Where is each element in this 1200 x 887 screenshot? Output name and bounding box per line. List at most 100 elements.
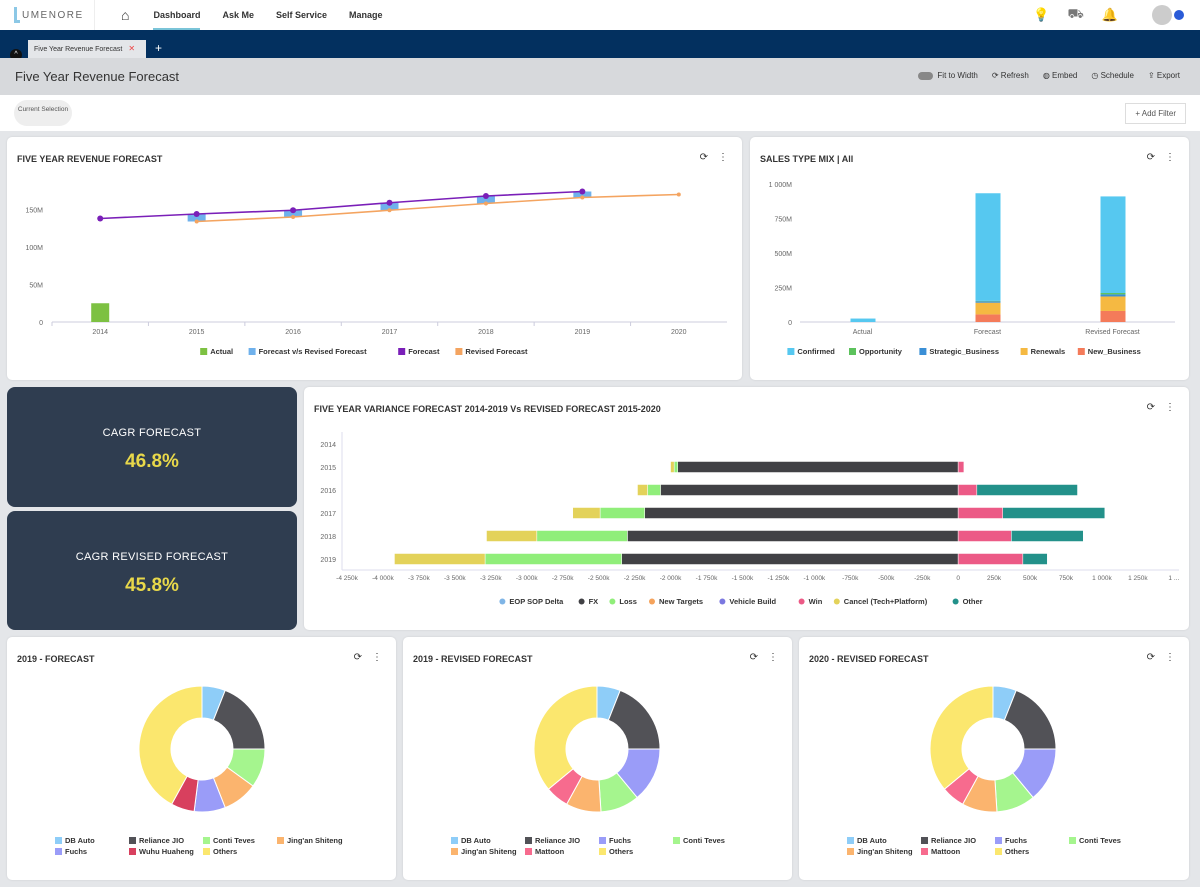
series-point bbox=[291, 215, 296, 219]
legend-label: Mattoon bbox=[535, 847, 565, 856]
legend-marker bbox=[451, 837, 458, 844]
series-point bbox=[483, 201, 488, 206]
variance-bar-fx bbox=[627, 530, 959, 542]
nav-manage[interactable]: Manage bbox=[349, 0, 383, 30]
x-tick-label: 1 000k bbox=[1092, 575, 1112, 582]
series-point bbox=[386, 199, 393, 206]
x-tick-label: 2014 bbox=[92, 329, 108, 336]
x-tick-label: -1 000k bbox=[804, 575, 826, 582]
y-tick-label: 2019 bbox=[320, 557, 336, 564]
stack-segment-opportunity bbox=[1100, 293, 1126, 295]
schedule-label: Schedule bbox=[1100, 71, 1134, 80]
legend-label: EOP SOP Delta bbox=[509, 597, 564, 606]
legend-label: Jing'an Shiteng bbox=[857, 847, 913, 856]
add-tab-button[interactable]: + bbox=[155, 41, 162, 55]
close-icon[interactable]: ✕ bbox=[128, 44, 135, 53]
nav-ask-me[interactable]: Ask Me bbox=[222, 0, 254, 30]
variance-bar-loss bbox=[484, 553, 622, 565]
donut-chart: DB Auto Reliance JIO Fuchs Conti Teves Jing'… bbox=[451, 685, 725, 856]
legend-label: Vehicle Build bbox=[729, 597, 776, 606]
legend-marker bbox=[578, 598, 585, 605]
x-tick-label: -2 500k bbox=[588, 575, 610, 582]
cart-icon[interactable]: ⛟ bbox=[1067, 6, 1083, 24]
legend-marker bbox=[55, 848, 62, 855]
stack-segment-strategic_business bbox=[975, 301, 1001, 303]
x-tick-label: Revised Forecast bbox=[1085, 329, 1140, 336]
series-point bbox=[194, 219, 199, 224]
x-tick-label: 2015 bbox=[189, 329, 205, 336]
chevron-down-icon[interactable] bbox=[1174, 10, 1184, 20]
y-tick-label: 2017 bbox=[320, 511, 336, 518]
avatar[interactable] bbox=[1152, 5, 1172, 25]
legend-marker bbox=[849, 348, 856, 355]
donut-chart: DB Auto Reliance JIO Fuchs Conti Teves Jing'… bbox=[847, 685, 1121, 856]
title-bar: Five Year Revenue Forecast Fit to Width … bbox=[0, 58, 1200, 95]
variance-bar-cancel-tech-platform- bbox=[670, 461, 675, 473]
y-tick-label: 500M bbox=[774, 251, 792, 258]
legend-marker bbox=[129, 837, 136, 844]
legend-label: Win bbox=[809, 597, 823, 606]
legend-marker bbox=[995, 848, 1002, 855]
current-selection-button[interactable]: Current Selection bbox=[14, 100, 72, 126]
legend-label: Fuchs bbox=[65, 847, 87, 856]
embed-button[interactable]: ◍ Embed bbox=[1043, 71, 1078, 80]
refresh-button[interactable]: ⟳ Refresh bbox=[992, 71, 1029, 80]
variance-bar-win bbox=[957, 553, 1024, 565]
legend-label: New Targets bbox=[659, 597, 703, 606]
x-tick-label: -500k bbox=[878, 575, 895, 582]
logo[interactable]: UMENORE bbox=[0, 0, 95, 30]
variance-bar-loss bbox=[599, 507, 645, 519]
x-tick-label: -1 750k bbox=[696, 575, 718, 582]
y-tick-label: 2016 bbox=[320, 488, 336, 495]
x-tick-label: 2017 bbox=[382, 329, 398, 336]
legend-label: Forecast bbox=[408, 347, 440, 356]
legend-marker bbox=[129, 848, 136, 855]
variance-bar-loss bbox=[536, 530, 628, 542]
series-point bbox=[290, 207, 297, 214]
pie-card-2019-forecast: 2019 - FORECAST ⟳ ⋮ DB Auto Reliance JIO Co… bbox=[7, 637, 396, 880]
bell-icon[interactable]: 🔔 bbox=[1102, 7, 1118, 23]
lightbulb-icon[interactable]: 💡 bbox=[1033, 7, 1049, 23]
legend-label: Reliance JIO bbox=[139, 836, 184, 845]
legend-label: Conti Teves bbox=[683, 836, 725, 845]
legend-label: Opportunity bbox=[859, 347, 903, 356]
stack-segment-confirmed bbox=[975, 193, 1001, 301]
legend-marker bbox=[719, 598, 726, 605]
y-tick-label: 2015 bbox=[320, 465, 336, 472]
embed-label: Embed bbox=[1052, 71, 1078, 80]
refresh-label: Refresh bbox=[1000, 71, 1029, 80]
legend-marker bbox=[455, 348, 463, 355]
home-icon[interactable]: ⌂ bbox=[121, 7, 129, 23]
add-filter-button[interactable]: + Add Filter bbox=[1125, 103, 1186, 124]
legend-marker bbox=[599, 837, 606, 844]
nav-dashboard[interactable]: Dashboard bbox=[153, 0, 201, 30]
stack-segment-new_business bbox=[975, 314, 1001, 322]
legend-label: DB Auto bbox=[461, 836, 491, 845]
y-tick-label: 0 bbox=[39, 320, 43, 327]
legend-label: Revised Forecast bbox=[465, 347, 528, 356]
tab-five-year-revenue-forecast[interactable]: Five Year Revenue Forecast ✕ bbox=[28, 40, 146, 58]
legend-marker bbox=[200, 348, 208, 355]
fit-to-width-toggle[interactable]: Fit to Width bbox=[918, 71, 978, 80]
legend-marker bbox=[787, 348, 795, 355]
x-tick-label: Actual bbox=[853, 329, 873, 336]
donut-chart: DB Auto Reliance JIO Conti Teves Jing'an Sh… bbox=[55, 685, 343, 856]
x-tick-label: -3 000k bbox=[516, 575, 538, 582]
legend-label: Loss bbox=[619, 597, 637, 606]
logo-text: UMENORE bbox=[22, 9, 84, 21]
legend-marker bbox=[203, 848, 210, 855]
export-button[interactable]: ⇪ Export bbox=[1148, 71, 1180, 80]
x-tick-label: Forecast bbox=[974, 329, 1001, 336]
legend-label: DB Auto bbox=[857, 836, 887, 845]
legend-label: Strategic_Business bbox=[929, 347, 999, 356]
schedule-button[interactable]: ◷ Schedule bbox=[1091, 71, 1134, 80]
revenue-chart: 0 50M 100M 150M 2014 2015 2016 2017 2018 2019 2020… bbox=[25, 188, 727, 356]
legend-label: Mattoon bbox=[931, 847, 961, 856]
tab-label: Five Year Revenue Forecast bbox=[34, 46, 123, 53]
legend-label: Reliance JIO bbox=[931, 836, 976, 845]
nav-self-service[interactable]: Self Service bbox=[276, 0, 327, 30]
x-tick-label: -3 750k bbox=[408, 575, 430, 582]
legend-label: Jing'an Shiteng bbox=[287, 836, 343, 845]
series-point bbox=[580, 195, 585, 200]
kpi-cagr-forecast: CAGR FORECAST 46.8% bbox=[7, 387, 297, 507]
